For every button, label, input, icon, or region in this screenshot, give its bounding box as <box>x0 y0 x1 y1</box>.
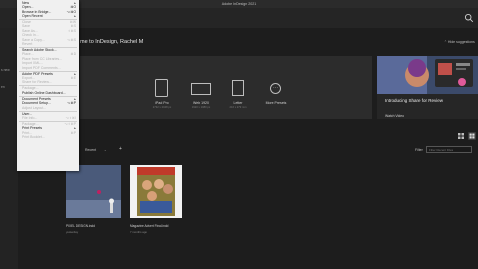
menu-item-label: User... <box>22 111 33 116</box>
menu-item-label: Save <box>22 24 30 29</box>
menu-item: Import PDF Comments... <box>22 66 76 70</box>
menu-item-label: Document Presets <box>22 96 51 101</box>
menu-item-label: Share for Review... <box>22 80 52 85</box>
preset-label: Web 1920 <box>193 101 209 105</box>
menu-item-label: Browse in Bridge... <box>22 9 52 14</box>
hide-suggestions-link[interactable]: ⌃ Hide suggestions <box>444 40 475 44</box>
menu-item-label: Revert <box>22 42 33 46</box>
watch-video-link[interactable]: Watch Video <box>385 114 404 118</box>
menu-item-label: Open... <box>22 5 34 10</box>
hide-suggestions-label: Hide suggestions <box>447 40 475 44</box>
menu-item-label: New <box>22 0 30 5</box>
menu-item: Print Booklet... <box>22 135 76 139</box>
menu-item-label: Print Presets <box>22 126 43 131</box>
promo-image <box>377 56 478 94</box>
preset-size: 216 x 279 mm <box>229 105 247 109</box>
menu-item-label: Package... <box>22 122 39 126</box>
menu-item-label: Print Booklet... <box>22 135 45 140</box>
menu-item-label: Import PDF Comments... <box>22 65 61 70</box>
menu-item[interactable]: Open Recent ▸ <box>22 14 76 18</box>
file-menu: New ▸ Open... ⌘O Browse in Bridge... ⌥⌘O Open … <box>17 0 79 171</box>
menu-item-label: Place... <box>22 52 34 57</box>
tablet-icon[interactable] <box>155 79 168 97</box>
preset-label: iPad Pro <box>155 101 169 105</box>
preset-letter[interactable]: Letter 216 x 279 mm <box>218 101 258 109</box>
plus-icon[interactable]: + <box>119 146 122 152</box>
menu-item-label: Export... <box>22 76 36 80</box>
filter-label: Filter <box>415 148 423 152</box>
menu-item-label: Check In... <box>22 33 39 38</box>
file-thumbnail[interactable] <box>66 165 121 219</box>
more-presets-icon[interactable]: ··· <box>270 83 281 94</box>
menu-item-label: Adjust Layout... <box>22 105 47 110</box>
menu-item[interactable]: Publish Online Dashboard... <box>22 91 76 95</box>
menu-item-label: Save As... <box>22 28 38 33</box>
menu-item-shortcut: ⌥⇧⌘I <box>65 116 76 120</box>
search-icon[interactable] <box>464 13 474 23</box>
grid-large-icon[interactable] <box>468 132 476 140</box>
preset-label: More Presets <box>265 101 287 105</box>
menu-item-label: Package... <box>22 86 39 91</box>
file-name: Magazine Advert Final.indd <box>130 224 169 228</box>
file-time: yesterday <box>66 230 79 234</box>
presets-panel <box>80 56 372 119</box>
sort-recent-dropdown[interactable]: Recent <box>85 148 96 152</box>
menu-item-label: Import XML... <box>22 61 44 66</box>
menu-item: Revert <box>22 42 76 46</box>
preset-size: 1920 x 1080 px <box>191 105 211 109</box>
menu-item-label: Print... <box>22 130 33 135</box>
menu-item: Share for Review... <box>22 80 76 84</box>
chevron-down-icon[interactable]: ⌄ <box>104 148 107 152</box>
filter-input[interactable]: Filter Recent Files <box>426 146 472 153</box>
menu-item-label: Place from CC Libraries... <box>22 56 63 61</box>
preset-label: Letter <box>233 101 243 105</box>
menu-item-label: Close <box>22 20 31 24</box>
menu-item-label: File Info... <box>22 116 38 120</box>
preset-ipad-pro[interactable]: iPad Pro 2732 x 2048 px <box>142 101 182 109</box>
menu-item: File Info... ⌥⇧⌘I <box>22 116 76 120</box>
promo-title: Introducing Share for Review <box>385 98 444 103</box>
file-thumbnail[interactable] <box>130 165 182 219</box>
menu-item-label: Open Recent <box>22 14 43 18</box>
grid-small-icon[interactable] <box>458 133 464 139</box>
menu-item-label: Document Setup... <box>22 101 51 106</box>
submenu-arrow-icon: ▸ <box>74 14 76 18</box>
menu-item-label: Publish Online Dashboard... <box>22 90 66 95</box>
document-icon[interactable] <box>232 80 244 96</box>
sidebar-open[interactable]: en <box>1 85 5 89</box>
preset-more[interactable]: More Presets <box>256 101 296 105</box>
file-time: 7 months ago <box>130 230 147 234</box>
menu-item-label: Adobe PDF Presets <box>22 71 53 76</box>
web-icon[interactable] <box>191 83 211 95</box>
menu-item-label: Save a Copy... <box>22 37 45 42</box>
menu-item-label: Search Adobe Stock... <box>22 48 57 52</box>
preset-size: 2732 x 2048 px <box>152 105 172 109</box>
welcome-heading: me to InDesign, Rachel M <box>80 39 144 45</box>
file-name: PIXEL DESIGN.indd <box>66 224 95 228</box>
sidebar-create-new[interactable]: s new <box>1 68 10 72</box>
preset-web[interactable]: Web 1920 1920 x 1080 px <box>181 101 221 109</box>
left-sidebar: s new en <box>0 28 18 269</box>
menu-item: Adjust Layout... <box>22 106 76 110</box>
